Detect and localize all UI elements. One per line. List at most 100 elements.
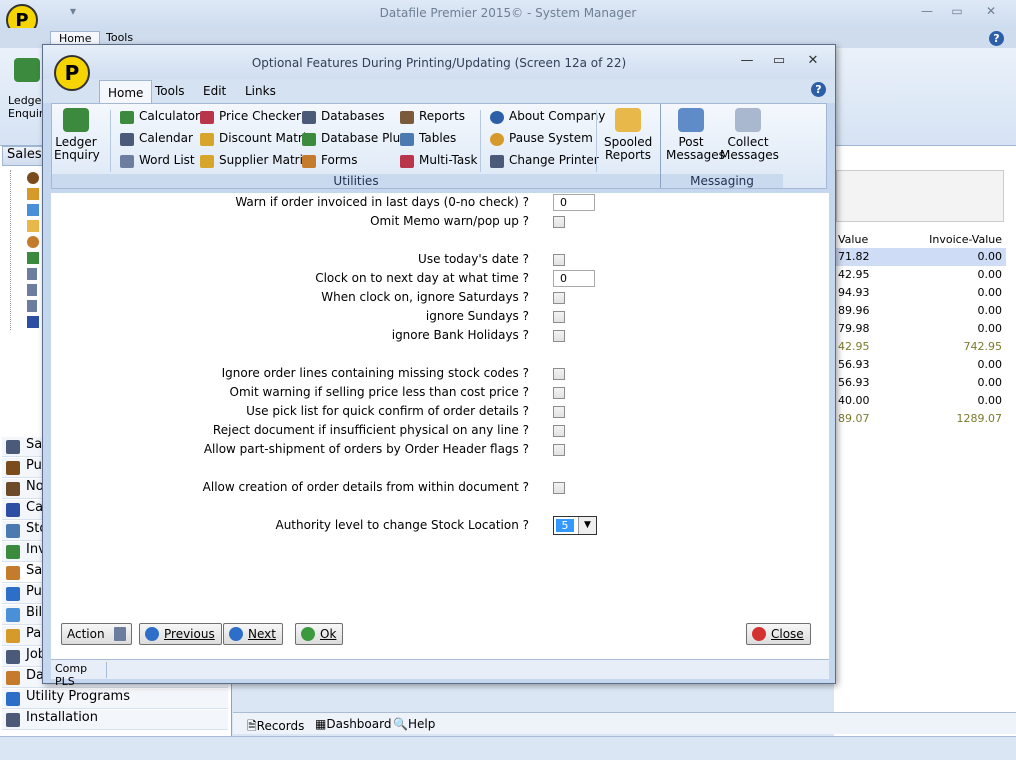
omit-memo-checkbox[interactable] (553, 216, 565, 228)
tab-help[interactable]: 🔍Help (393, 717, 435, 731)
action-menu-icon (113, 627, 126, 641)
dialog-minimize-icon[interactable]: — (737, 53, 757, 68)
supplier-matrix-button[interactable]: Supplier Matrix (200, 153, 310, 171)
reject-insufficient-checkbox[interactable] (553, 425, 565, 437)
main-maximize-icon[interactable]: ▭ (946, 4, 968, 20)
main-help-icon[interactable]: ? (989, 31, 1004, 46)
allow-creation-checkbox[interactable] (553, 482, 565, 494)
omit-price-warning-checkbox[interactable] (553, 387, 565, 399)
tree-doc-icon[interactable] (27, 300, 37, 312)
part-shipment-checkbox[interactable] (553, 444, 565, 456)
warn-invoiced-days-input[interactable]: 0 (553, 194, 595, 211)
spooled-reports-button[interactable]: Spooled Reports (604, 108, 652, 162)
post-messages-button[interactable]: Post Messages (666, 108, 725, 162)
tables-button[interactable]: Tables (400, 131, 456, 149)
forms-button[interactable]: Forms (302, 153, 357, 171)
tab-tools[interactable]: Tools (147, 84, 193, 102)
tree-user-icon[interactable] (27, 172, 39, 184)
reports-button[interactable]: Reports (400, 109, 465, 127)
close-button[interactable]: Close (746, 623, 811, 645)
tree-book-icon[interactable] (27, 316, 39, 328)
tab-records[interactable]: 🗎Records (247, 717, 304, 738)
databases-button[interactable]: Databases (302, 109, 385, 127)
main-ledger-enquiry-icon[interactable] (14, 58, 40, 82)
dialog-logo-icon[interactable]: P (54, 55, 90, 91)
authority-level-select[interactable]: 5 ▼ (553, 516, 597, 535)
table-row[interactable]: 94.93 0.00 (836, 284, 1006, 302)
table-row[interactable]: 56.93 0.00 (836, 374, 1006, 392)
nav-item-installation[interactable]: Installation (2, 710, 228, 730)
ok-button[interactable]: Ok (295, 623, 344, 645)
calculator-icon (120, 111, 134, 124)
use-today-checkbox[interactable] (553, 254, 565, 266)
nav-item-label: Pu (26, 584, 42, 599)
cell-value: 42.95 (838, 340, 870, 353)
dialog-help-icon[interactable]: ? (811, 82, 826, 97)
tree-doc-icon[interactable] (27, 284, 37, 296)
quick-access-chevron-icon[interactable]: ▾ (62, 4, 84, 20)
col-header-invoice-value[interactable]: Invoice-Value (929, 233, 1002, 246)
col-header-value[interactable]: Value (838, 233, 868, 246)
tab-edit[interactable]: Edit (195, 84, 234, 102)
change-printer-button[interactable]: Change Printer (490, 153, 599, 171)
calendar-icon (120, 133, 134, 146)
spooled-reports-folder-icon (615, 108, 641, 132)
tree-report-icon[interactable] (27, 220, 39, 232)
tree-money-icon[interactable] (27, 252, 39, 264)
discount-matrix-button[interactable]: Discount Matrix (200, 131, 313, 149)
collect-messages-button[interactable]: Collect Messages (720, 108, 779, 162)
tab-dashboard[interactable]: ▦Dashboard (315, 717, 391, 731)
price-checker-button[interactable]: Price Checker (200, 109, 301, 127)
pick-list-checkbox[interactable] (553, 406, 565, 418)
multi-task-button[interactable]: Multi-Task (400, 153, 477, 171)
cell-value: 71.82 (838, 250, 870, 263)
main-minimize-icon[interactable]: — (916, 4, 938, 20)
ribbon-separator (480, 110, 481, 172)
pause-system-button[interactable]: Pause System (490, 131, 593, 149)
tab-records-label: Records (256, 719, 305, 733)
calculator-button[interactable]: Calculator (120, 109, 200, 127)
tab-home[interactable]: Home (99, 80, 153, 103)
main-ledger-enquiry-label[interactable]: Ledger Enquiry (8, 94, 44, 120)
tab-links[interactable]: Links (237, 84, 284, 102)
nav-item-utility[interactable]: Utility Programs (2, 689, 228, 709)
main-close-icon[interactable]: ✕ (980, 4, 1002, 20)
discount-matrix-icon (200, 133, 214, 146)
table-row[interactable]: 56.93 0.00 (836, 356, 1006, 374)
tree-chart-icon[interactable] (27, 204, 39, 216)
tree-customer-icon[interactable] (27, 236, 39, 248)
table-row[interactable]: 71.82 0.00 (836, 248, 1006, 266)
table-row[interactable]: 89.07 1289.07 (836, 410, 1006, 428)
dialog-close-icon[interactable]: ✕ (803, 53, 823, 68)
tree-doc-icon[interactable] (27, 268, 37, 280)
bill-icon (6, 608, 20, 622)
table-row[interactable]: 89.96 0.00 (836, 302, 1006, 320)
ignore-missing-stock-checkbox[interactable] (553, 368, 565, 380)
next-button[interactable]: Next (223, 623, 283, 645)
ledger-enquiry-button[interactable]: Ledger Enquiry (54, 108, 100, 162)
word-list-button[interactable]: Word List (120, 153, 195, 171)
sales-ledger-icon (6, 440, 20, 454)
ignore-saturdays-checkbox[interactable] (553, 292, 565, 304)
cell-value: 89.96 (838, 304, 870, 317)
table-row[interactable]: 79.98 0.00 (836, 320, 1006, 338)
table-row[interactable]: 42.95 742.95 (836, 338, 1006, 356)
table-row[interactable]: 42.95 0.00 (836, 266, 1006, 284)
action-button[interactable]: Action (61, 623, 132, 645)
calendar-button[interactable]: Calendar (120, 131, 193, 149)
about-company-button[interactable]: About Company (490, 109, 605, 127)
dialog-maximize-icon[interactable]: ▭ (769, 53, 789, 68)
calculator-label: Calculator (139, 109, 200, 123)
arrow-left-icon (145, 627, 159, 641)
cell-invoice-value: 1289.07 (956, 412, 1003, 425)
previous-button[interactable]: Previous (139, 623, 222, 645)
ignore-sundays-checkbox[interactable] (553, 311, 565, 323)
ignore-bank-holidays-checkbox[interactable] (553, 330, 565, 342)
database-plus-button[interactable]: Database Plus (302, 131, 407, 149)
table-row[interactable]: 40.00 0.00 (836, 392, 1006, 410)
tree-folder-icon[interactable] (27, 188, 39, 200)
main-titlebar: Datafile Premier 2015© - System Manager (0, 0, 1016, 28)
clock-on-time-input[interactable]: 0 (553, 270, 595, 287)
reject-insufficient-label: Reject document if insufficient physical… (212, 423, 529, 437)
chevron-down-icon[interactable]: ▼ (578, 517, 596, 534)
